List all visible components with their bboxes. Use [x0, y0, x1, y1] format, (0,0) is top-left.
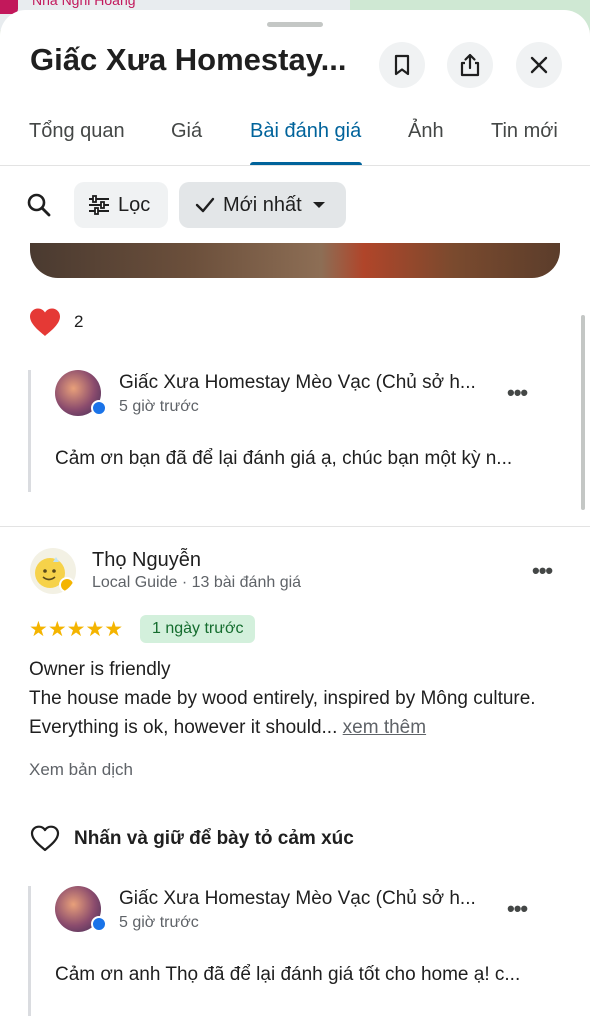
reply-time: 5 giờ trước [119, 398, 199, 415]
sort-chip[interactable]: Mới nhất [179, 182, 346, 228]
review-date-badge: 1 ngày trước [140, 615, 256, 643]
sheet-drag-handle[interactable] [267, 22, 323, 27]
save-button[interactable] [379, 42, 425, 88]
owner-reply: Giấc Xưa Homestay Mèo Vạc (Chủ sở h... 5… [28, 370, 568, 492]
search-icon [27, 193, 51, 217]
reviewer-avatar[interactable] [30, 548, 76, 594]
scrollbar[interactable] [581, 315, 585, 510]
tab-overview[interactable]: Tổng quan [29, 120, 125, 143]
active-tab-indicator [250, 162, 362, 165]
tab-updates[interactable]: Tin mới [491, 120, 558, 143]
tab-prices[interactable]: Giá [171, 120, 202, 143]
read-more-link[interactable]: xem thêm [343, 717, 426, 738]
map-place-label[interactable]: Nhà Nghỉ Hoàng [32, 0, 136, 8]
reply-time: 5 giờ trước [119, 914, 199, 931]
reply-text[interactable]: Cảm ơn anh Thọ đã để lại đánh giá tốt ch… [55, 964, 560, 986]
reviewer-name[interactable]: Thọ Nguyễn [92, 549, 201, 572]
owner-name[interactable]: Giấc Xưa Homestay Mèo Vạc (Chủ sở h... [119, 372, 509, 394]
heart-icon [30, 308, 60, 336]
translate-link[interactable]: Xem bản dịch [29, 760, 133, 780]
dropdown-arrow-icon [312, 202, 325, 208]
more-options-icon[interactable]: ••• [507, 896, 528, 922]
tune-icon [89, 195, 109, 215]
verified-badge-icon [91, 916, 107, 932]
review-more-options-icon[interactable]: ••• [532, 558, 553, 584]
reviewer-subtitle[interactable]: Local Guide · 13 bài đánh giá [92, 574, 301, 592]
review-line-1: Owner is friendly [29, 659, 171, 680]
close-button[interactable] [516, 42, 562, 88]
reply-text[interactable]: Cảm ơn bạn đã để lại đánh giá ạ, chúc bạ… [55, 448, 560, 470]
owner-name[interactable]: Giấc Xưa Homestay Mèo Vạc (Chủ sở h... [119, 888, 509, 910]
review-filter-bar: Lọc Mới nhất [0, 180, 590, 230]
react-prompt-label: Nhấn và giữ để bày tỏ cảm xúc [74, 827, 354, 849]
verified-badge-icon [91, 400, 107, 416]
react-prompt[interactable]: Nhấn và giữ để bày tỏ cảm xúc [30, 825, 354, 852]
reaction-summary[interactable]: 2 [28, 307, 83, 337]
place-title: Giấc Xưa Homestay... [30, 42, 347, 77]
reaction-count: 2 [74, 312, 84, 331]
close-icon [530, 56, 548, 74]
tab-reviews[interactable]: Bài đánh giá [250, 120, 361, 143]
review-text[interactable]: Owner is friendly The house made by wood… [29, 655, 569, 742]
sort-label: Mới nhất [223, 193, 302, 216]
reviewer-avatar-image [35, 557, 75, 593]
share-button[interactable] [447, 42, 493, 88]
star-rating: ★★★★★ [29, 618, 124, 641]
place-bottom-sheet: Giấc Xưa Homestay... Tổng quan Giá Bài đ… [0, 10, 590, 1024]
tab-bar: Tổng quan Giá Bài đánh giá Ảnh Tin mới [0, 114, 590, 166]
share-icon [460, 53, 480, 77]
review-line-2: The house made by wood entirely, inspire… [29, 688, 536, 738]
review-photo[interactable] [30, 243, 560, 278]
owner-reply-2: Giấc Xưa Homestay Mèo Vạc (Chủ sở h... 5… [28, 886, 568, 1016]
heart-outline-icon [30, 825, 60, 852]
search-reviews-button[interactable] [26, 192, 52, 223]
review-divider [0, 526, 590, 527]
more-options-icon[interactable]: ••• [507, 380, 528, 406]
tab-photos[interactable]: Ảnh [408, 120, 444, 143]
checkmark-icon [195, 197, 215, 213]
bookmark-icon [394, 54, 410, 76]
filter-label: Lọc [118, 193, 151, 216]
filter-chip[interactable]: Lọc [74, 182, 168, 228]
